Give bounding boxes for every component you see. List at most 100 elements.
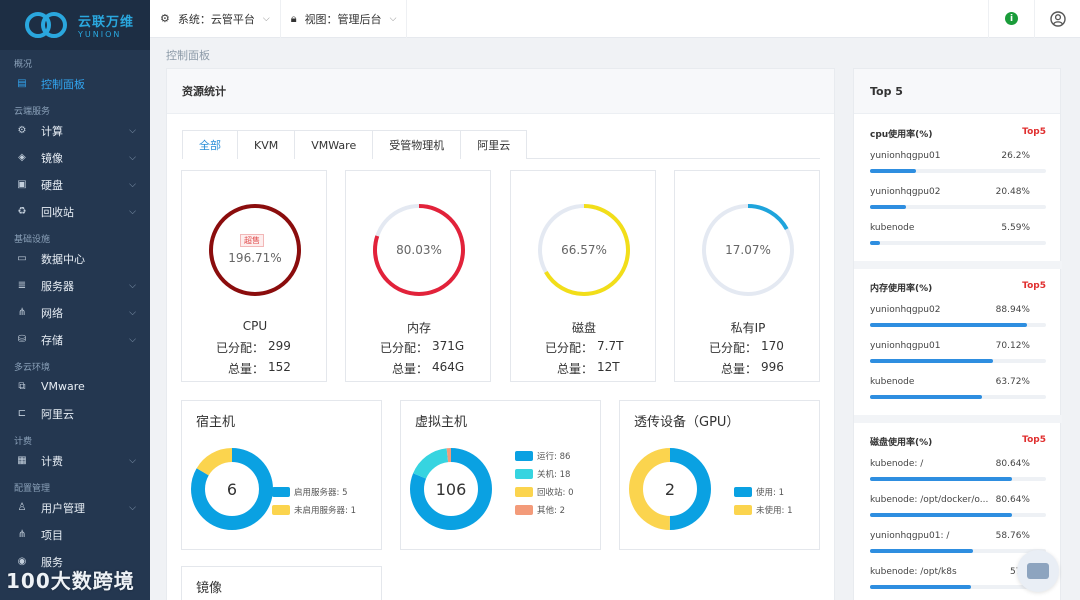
total-label: 总量： [556, 362, 593, 376]
sidebar-section-title: 计费 [14, 437, 33, 447]
allocated-row: 已分配： 7.7T [511, 339, 657, 356]
donut-legend: 使用: 1 未使用: 1 [734, 483, 792, 519]
top5-item[interactable]: yunionhqgpu01 70.12% [870, 341, 1046, 371]
top5-section-title: 内存使用率(%) [870, 284, 933, 294]
sidebar-item[interactable]: ◈ 镜像 ⌵ [0, 144, 150, 171]
sidebar-section-title: 配置管理 [14, 484, 51, 494]
legend-item[interactable]: 其他: 2 [515, 501, 573, 519]
top5-item-value: 63.72% [995, 377, 1030, 387]
chat-float-button[interactable] [1017, 550, 1059, 592]
progress-bar [870, 549, 1046, 553]
total-row: 总量： 996 [675, 360, 821, 377]
legend-swatch [734, 505, 752, 515]
progress-bar [870, 395, 1046, 399]
sidebar-item[interactable]: ⋔ 网络 ⌵ [0, 299, 150, 326]
legend-item[interactable]: 启用服务器: 5 [272, 483, 356, 501]
tab[interactable]: 全部 [182, 130, 238, 159]
donut-center-value: 106 [435, 479, 467, 499]
sidebar-item[interactable]: ▭ 数据中心 [0, 245, 150, 272]
legend-item[interactable]: 运行: 86 [515, 447, 573, 465]
chevron-down-icon: ⌵ [129, 502, 136, 513]
chevron-down-icon: ⌵ [129, 125, 136, 136]
legend-item[interactable]: 未启用服务器: 1 [272, 501, 356, 519]
gauge-value: 17.07% [725, 243, 771, 257]
top5-item-name: yunionhqgpu02 [870, 187, 941, 197]
total-label: 总量： [391, 362, 428, 376]
sidebar-item-label: 阿里云 [41, 407, 74, 421]
sidebar-item[interactable]: ⋔ 项目 [0, 521, 150, 548]
top5-item-value: 58.76% [995, 531, 1030, 541]
sidebar-item[interactable]: ▦ 计费 ⌵ [0, 447, 150, 474]
allocated-value: 371G [432, 339, 465, 353]
tab[interactable]: KVM [237, 130, 296, 159]
legend-item[interactable]: 使用: 1 [734, 483, 792, 501]
sidebar-section-title: 基础设施 [14, 235, 51, 245]
sidebar-item[interactable]: ♙ 用户管理 ⌵ [0, 494, 150, 521]
top5-item[interactable]: kubenode 63.72% [870, 377, 1046, 407]
top5-item-name: kubenode: /opt/docker/o... [870, 495, 989, 505]
notification-button[interactable]: i [988, 0, 1034, 38]
chevron-down-icon: ⌵ [129, 455, 136, 466]
sidebar-item[interactable]: ⊏ 阿里云 [0, 400, 150, 427]
allocated-row: 已分配： 299 [182, 339, 328, 356]
vmware-icon: ⧉ [18, 381, 26, 392]
user-menu-button[interactable] [1034, 0, 1080, 38]
top5-item[interactable]: kubenode: / 80.64% [870, 459, 1046, 489]
logo-mark-icon [25, 12, 67, 38]
view-selector-label: 视图：管理后台 [304, 12, 382, 26]
sidebar-item-label: 计算 [41, 124, 63, 138]
sidebar-item[interactable]: ♻ 回收站 ⌵ [0, 198, 150, 225]
top5-item[interactable]: yunionhqgpu01: / 58.76% [870, 531, 1046, 561]
network-icon: ⋔ [17, 307, 27, 318]
sidebar-item[interactable]: ⧉ VMware [0, 373, 150, 400]
legend-item[interactable]: 回收站: 0 [515, 483, 573, 501]
sidebar-item-label: 镜像 [41, 151, 63, 165]
allocated-value: 170 [761, 339, 784, 353]
total-value: 464G [432, 360, 465, 374]
top5-item-name: yunionhqgpu01 [870, 151, 941, 161]
disk-icon: ▣ [17, 179, 27, 190]
gear-icon: ⚙ [160, 12, 170, 25]
sidebar-item[interactable]: ⛁ 存储 ⌵ [0, 326, 150, 353]
gauge-ring [209, 204, 301, 296]
legend-label: 启用服务器: 5 [294, 488, 348, 498]
total-value: 152 [268, 360, 291, 374]
divider [854, 415, 1062, 423]
breadcrumb[interactable]: 控制面板 [166, 47, 210, 63]
legend-item[interactable]: 关机: 18 [515, 465, 573, 483]
legend-item[interactable]: 未使用: 1 [734, 501, 792, 519]
tab[interactable]: 受管物理机 [372, 130, 462, 159]
tab[interactable]: VMWare [294, 130, 374, 159]
gpu-card: 透传设备（GPU） 2 使用: 1 未使用: 1 [619, 400, 820, 550]
legend-label: 回收站: 0 [537, 488, 574, 498]
gauge-name: 内存 [406, 321, 431, 335]
info-icon: i [1005, 12, 1018, 25]
legend-swatch [272, 487, 290, 497]
chevron-down-icon: ⌵ [129, 152, 136, 163]
sidebar-item[interactable]: ▣ 硬盘 ⌵ [0, 171, 150, 198]
view-selector[interactable]: 🔒︎ 视图：管理后台 ⌵ [281, 0, 408, 38]
top5-item-value: 20.48% [995, 187, 1030, 197]
logo[interactable]: 云联万维 YUNION [0, 0, 150, 50]
sidebar-item-label: 项目 [41, 528, 63, 542]
sidebar-item-label: 回收站 [41, 205, 74, 219]
progress-fill [870, 549, 974, 553]
sidebar-item[interactable]: ⚙ 计算 ⌵ [0, 117, 150, 144]
top5-item[interactable]: kubenode 5.59% [870, 223, 1046, 253]
top5-item[interactable]: yunionhqgpu02 20.48% [870, 187, 1046, 217]
sidebar-item[interactable]: ▤ 控制面板 [0, 70, 150, 97]
legend-swatch [515, 505, 533, 515]
datacenter-icon: ▭ [17, 253, 27, 264]
top5-title: Top 5 [854, 69, 1060, 114]
top5-item[interactable]: yunionhqgpu01 26.2% [870, 151, 1046, 181]
legend-label: 未启用服务器: 1 [294, 506, 356, 516]
top5-item[interactable]: yunionhqgpu02 88.94% [870, 305, 1046, 335]
tab[interactable]: 阿里云 [460, 130, 528, 159]
host-card: 宿主机 6 启用服务器: 5 未启用服务器: 1 [181, 400, 382, 550]
top5-item-value: 26.2% [1001, 151, 1030, 161]
top5-item[interactable]: kubenode: /opt/docker/o... 80.64% [870, 495, 1046, 525]
chevron-down-icon: ⌵ [262, 13, 270, 24]
system-selector[interactable]: ⚙ 系统：云管平台 ⌵ [150, 0, 281, 38]
sidebar-item[interactable]: ≣ 服务器 ⌵ [0, 272, 150, 299]
top5-item-name: yunionhqgpu01: / [870, 531, 950, 541]
